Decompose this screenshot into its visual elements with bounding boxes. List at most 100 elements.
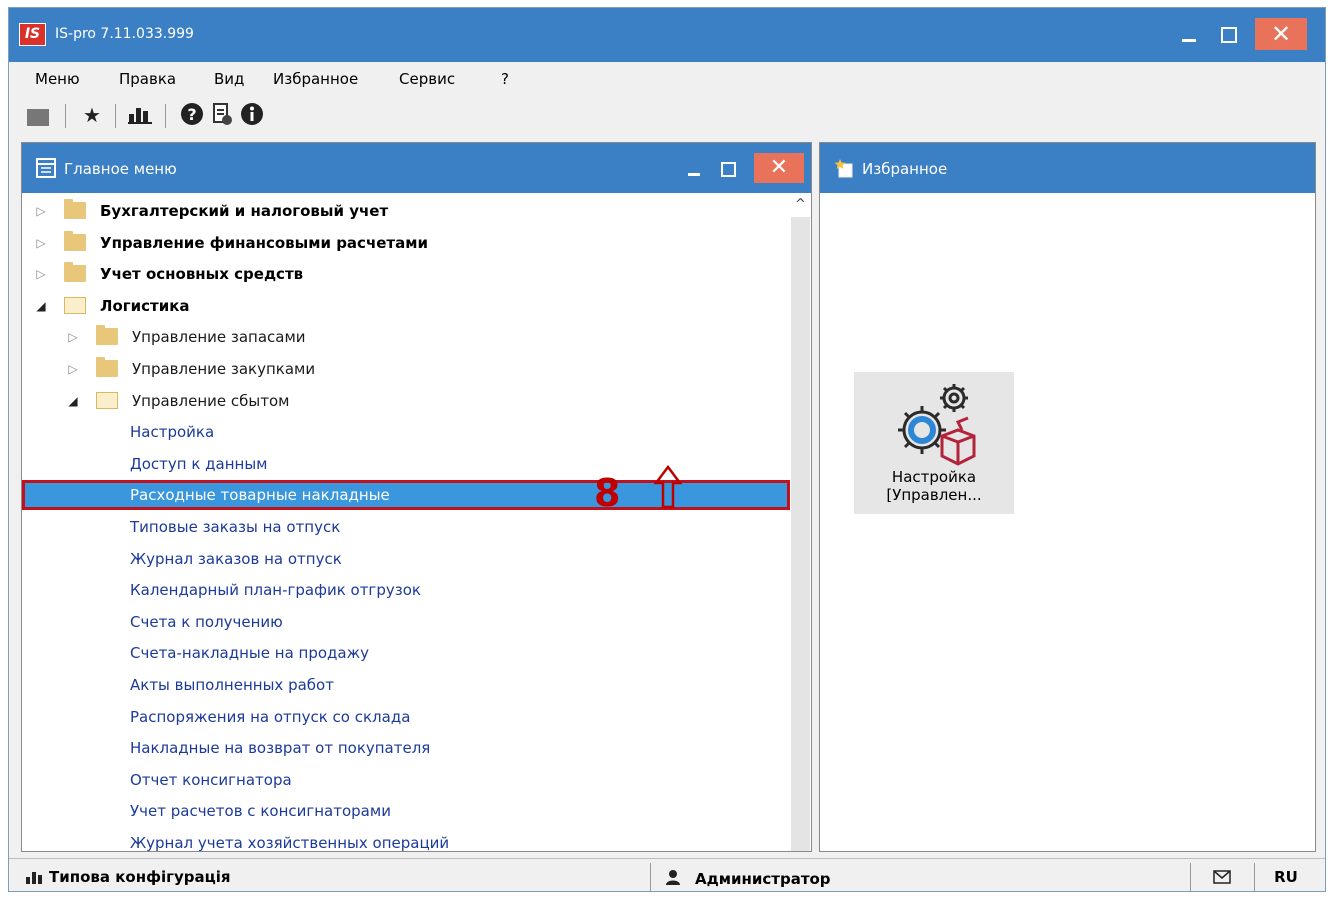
tree-folder-item[interactable]: ▷ Бухгалтерский и налоговый учет xyxy=(22,196,790,226)
pane-close-button[interactable]: ✕ xyxy=(754,153,804,183)
help-icon[interactable]: ? xyxy=(179,102,205,128)
menu-item-help[interactable]: ? xyxy=(501,69,509,89)
tree-item-label: Акты выполненных работ xyxy=(130,676,334,694)
menu-item-view[interactable]: Вид xyxy=(214,69,244,89)
status-messages[interactable] xyxy=(1191,863,1255,891)
up-arrow-annotation xyxy=(654,465,682,509)
tree-scrollbar[interactable]: ^ xyxy=(791,193,810,851)
settings-gears-icon xyxy=(898,384,976,466)
folder-icon[interactable] xyxy=(25,102,51,128)
pane-maximize-button[interactable] xyxy=(712,155,744,183)
info-icon[interactable] xyxy=(239,102,265,128)
tree-leaf-item[interactable]: Календарный план-график отгрузок xyxy=(22,575,790,605)
menu-window-icon xyxy=(36,158,56,178)
expand-arrow-icon[interactable]: ▷ xyxy=(66,322,80,352)
close-button[interactable]: ✕ xyxy=(1255,18,1307,50)
tree-item-label: Управление сбытом xyxy=(132,391,290,410)
tree-item-label: Счета-накладные на продажу xyxy=(130,644,369,663)
tree-leaf-item[interactable]: Счета-накладные на продажу xyxy=(22,638,790,668)
tree-leaf-item[interactable]: Отчет консигнатора xyxy=(22,765,790,795)
collapse-arrow-icon[interactable]: ◢ xyxy=(34,291,48,321)
tree-leaf-item[interactable]: Учет расчетов с консигнаторами xyxy=(22,796,790,826)
collapse-arrow-icon[interactable]: ◢ xyxy=(66,386,80,416)
expand-arrow-icon[interactable]: ▷ xyxy=(34,259,48,289)
tree-leaf-item[interactable]: Типовые заказы на отпуск xyxy=(22,512,790,542)
pane-minimize-button[interactable] xyxy=(678,155,710,183)
title-bar[interactable]: IS IS-pro 7.11.033.999 ✕ xyxy=(9,8,1325,62)
tree-leaf-item[interactable]: Счета к получению xyxy=(22,607,790,637)
tree-item-label: Журнал заказов на отпуск xyxy=(130,549,342,568)
status-config[interactable]: Типова конфігурація xyxy=(21,863,651,891)
toolbar-separator xyxy=(65,104,66,128)
tree-item-label: Расходные товарные накладные xyxy=(130,486,390,505)
favorite-item[interactable]: Настройка [Управлен... xyxy=(854,372,1014,514)
menu-item-edit[interactable]: Правка xyxy=(119,69,176,89)
main-menu-header: Главное меню ✕ xyxy=(22,143,811,193)
open-folder-icon xyxy=(96,391,118,409)
document-icon[interactable] xyxy=(209,102,235,128)
tree-folder-item[interactable]: ▷ Управление запасами xyxy=(22,322,790,352)
tree-item-label: Учет основных средств xyxy=(100,265,304,284)
status-language[interactable]: RU xyxy=(1261,863,1311,891)
tree-leaf-item[interactable]: Настройка xyxy=(22,417,790,447)
status-user[interactable]: Администратор xyxy=(651,863,1191,891)
tree-item-label: Журнал учета хозяйственных операций xyxy=(130,834,450,851)
tree-item-label: Распоряжения на отпуск со склада xyxy=(130,707,411,726)
expand-arrow-icon[interactable]: ▷ xyxy=(34,196,48,226)
tree-folder-item[interactable]: ◢ Логистика xyxy=(22,291,790,321)
open-folder-icon xyxy=(64,296,86,314)
tree-item-label: Управление финансовыми расчетами xyxy=(100,233,429,252)
favorites-pane: Избранное Настройка [Управлен... xyxy=(819,142,1316,852)
status-bar: Типова конфігурація Администратор RU xyxy=(9,858,1325,891)
menu-item-favorites[interactable]: Избранное xyxy=(273,69,358,89)
svg-text:?: ? xyxy=(187,105,196,124)
app-window: IS IS-pro 7.11.033.999 ✕ Меню Правка Вид… xyxy=(8,7,1326,892)
status-config-text: Типова конфігурація xyxy=(49,868,231,886)
main-menu-title: Главное меню xyxy=(64,160,177,178)
scroll-up-button[interactable]: ^ xyxy=(791,193,810,217)
app-logo: IS xyxy=(19,23,46,46)
expand-arrow-icon[interactable]: ▷ xyxy=(34,228,48,258)
folder-icon xyxy=(96,325,118,346)
chart-icon xyxy=(26,872,42,884)
folder-icon xyxy=(64,230,86,251)
tree-item-label: Отчет консигнатора xyxy=(130,770,292,789)
tree-item-label: Управление запасами xyxy=(132,328,306,347)
folder-icon xyxy=(96,357,118,377)
tree-folder-item[interactable]: ▷ Управление закупками xyxy=(22,354,790,384)
status-user-text: Администратор xyxy=(695,870,831,888)
toolbar: ★ ? xyxy=(9,96,1325,136)
tree-item-label: Накладные на возврат от покупателя xyxy=(130,739,431,758)
star-icon[interactable]: ★ xyxy=(79,102,105,128)
menu-item-menu[interactable]: Меню xyxy=(35,69,80,89)
favorites-header: Избранное xyxy=(820,143,1315,193)
tree-item-label: Типовые заказы на отпуск xyxy=(130,518,341,536)
chart-icon[interactable] xyxy=(127,102,153,128)
tree-item-label: Настройка xyxy=(130,423,215,442)
menu-bar: Меню Правка Вид Избранное Сервис ? xyxy=(9,62,1325,94)
step-number-annotation: 8 xyxy=(594,471,621,515)
toolbar-separator xyxy=(115,104,116,128)
minimize-button[interactable] xyxy=(1169,20,1207,50)
tree-leaf-item[interactable]: Накладные на возврат от покупателя xyxy=(22,733,790,763)
tree-leaf-item[interactable]: Распоряжения на отпуск со склада xyxy=(22,702,790,732)
tree-item-label: Управление закупками xyxy=(132,360,316,378)
window-title: IS-pro 7.11.033.999 xyxy=(55,26,194,42)
favorite-item-label-line2: [Управлен... xyxy=(886,486,982,504)
tree-folder-item[interactable]: ▷ Управление финансовыми расчетами xyxy=(22,228,790,258)
favorites-window-icon xyxy=(834,159,853,178)
expand-arrow-icon[interactable]: ▷ xyxy=(66,354,80,384)
menu-item-service[interactable]: Сервис xyxy=(399,69,455,89)
tree-item-label: Логистика xyxy=(100,296,190,315)
toolbar-separator xyxy=(165,104,166,128)
tree-folder-item[interactable]: ▷ Учет основных средств xyxy=(22,259,790,289)
tree-item-label: Календарный план-график отгрузок xyxy=(130,581,421,600)
envelope-icon xyxy=(1213,870,1231,884)
tree-item-label: Бухгалтерский и налоговый учет xyxy=(100,202,389,220)
maximize-button[interactable] xyxy=(1209,20,1247,50)
tree-leaf-item[interactable]: Акты выполненных работ xyxy=(22,670,790,700)
tree-leaf-item[interactable]: Журнал заказов на отпуск xyxy=(22,544,790,574)
tree-leaf-item[interactable]: Журнал учета хозяйственных операций xyxy=(22,828,790,851)
favorite-item-label-line1: Настройка xyxy=(891,468,977,486)
tree-folder-item[interactable]: ◢ Управление сбытом xyxy=(22,386,790,416)
